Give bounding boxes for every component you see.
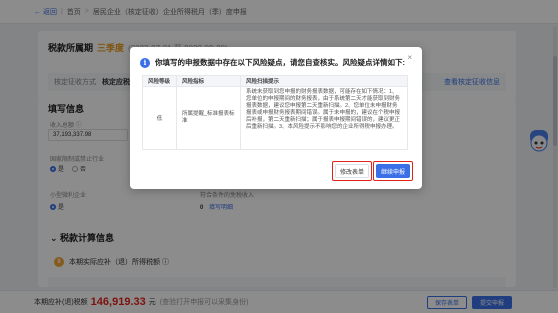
risk-tip-cell: 系统未获取到您申报的财务报表数据，可能存在如下情况：1、您单位的申报期间的财务报… bbox=[240, 86, 408, 150]
header-risk-indicator: 风险指标 bbox=[176, 75, 241, 87]
dialog-header: i 你填写的申报数据中存在以下风险疑点，请您自查核实。风险疑点详情如下: bbox=[140, 57, 405, 68]
close-icon[interactable]: × bbox=[407, 53, 412, 62]
header-risk-tip: 风险扫描提示 bbox=[240, 75, 408, 87]
modify-form-button[interactable]: 修改表单 bbox=[335, 164, 369, 178]
risk-table: 风险等级 风险指标 风险扫描提示 低 所属提醒_标准报表标准 系统未获取到您申报… bbox=[142, 75, 408, 150]
header-risk-level: 风险等级 bbox=[142, 75, 177, 87]
dialog-title: 你填写的申报数据中存在以下风险疑点，请您自查核实。风险疑点详情如下: bbox=[155, 58, 405, 67]
table-row: 低 所属提醒_标准报表标准 系统未获取到您申报的财务报表数据，可能存在如下情况：… bbox=[142, 86, 408, 150]
info-icon: i bbox=[140, 57, 150, 68]
risk-warning-dialog: i 你填写的申报数据中存在以下风险疑点，请您自查核实。风险疑点详情如下: × 风… bbox=[130, 47, 422, 189]
continue-declare-button[interactable]: 继续申报 bbox=[376, 164, 410, 178]
risk-table-header: 风险等级 风险指标 风险扫描提示 bbox=[142, 75, 408, 87]
risk-tip-text[interactable]: 系统未获取到您申报的财务报表数据，可能存在如下情况：1、您单位的申报期间的财务报… bbox=[246, 87, 402, 149]
risk-level-cell: 低 bbox=[142, 86, 177, 150]
risk-indicator-cell: 所属提醒_标准报表标准 bbox=[176, 86, 241, 150]
